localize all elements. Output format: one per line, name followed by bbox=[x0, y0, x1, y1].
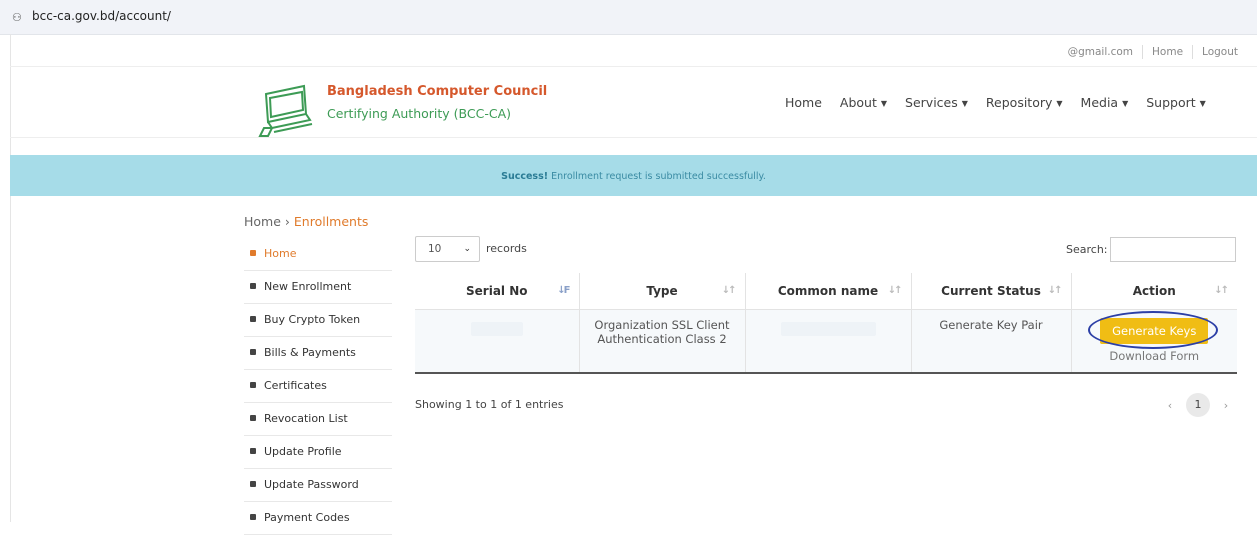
pagination: ‹ 1 › bbox=[1160, 393, 1236, 417]
breadcrumb-separator: › bbox=[284, 214, 290, 229]
nav-services[interactable]: Services ▼ bbox=[905, 95, 968, 110]
cell-type: Organization SSL Client Authentication C… bbox=[578, 309, 745, 374]
caret-down-icon: ▼ bbox=[1122, 99, 1129, 108]
sidebar-item-revocation-list[interactable]: Revocation List bbox=[244, 403, 392, 436]
sort-icon: ↓↑ bbox=[1214, 285, 1229, 296]
page-1-button[interactable]: 1 bbox=[1186, 393, 1210, 417]
bullet-icon bbox=[250, 415, 256, 421]
success-alert: Success! Enrollment request is submitted… bbox=[10, 155, 1257, 196]
bullet-icon bbox=[250, 349, 256, 355]
prev-page-icon[interactable]: ‹ bbox=[1160, 399, 1180, 412]
sidebar-item-label: Home bbox=[264, 247, 297, 260]
sidebar-item-new-enrollment[interactable]: New Enrollment bbox=[244, 271, 392, 304]
caret-down-icon: ▼ bbox=[880, 99, 888, 108]
bullet-icon bbox=[250, 481, 256, 487]
caret-down-icon: ▼ bbox=[961, 99, 968, 108]
brand-title[interactable]: Bangladesh Computer Council bbox=[327, 84, 547, 99]
bullet-icon bbox=[250, 316, 256, 322]
cell-current-status: Generate Key Pair bbox=[910, 309, 1071, 374]
redacted-common-name bbox=[780, 322, 876, 336]
bcc-logo-icon[interactable] bbox=[258, 82, 318, 140]
search-input[interactable] bbox=[1110, 237, 1236, 262]
breadcrumb: Home › Enrollments bbox=[244, 214, 368, 229]
cell-serial-no bbox=[415, 309, 579, 374]
column-header-current-status[interactable]: Current Status ↓↑ bbox=[910, 273, 1071, 310]
nav-media[interactable]: Media ▼ bbox=[1081, 95, 1129, 110]
logout-link[interactable]: Logout bbox=[1193, 46, 1247, 58]
bullet-icon bbox=[250, 448, 256, 454]
generate-keys-button[interactable]: Generate Keys bbox=[1088, 311, 1219, 349]
alert-strong: Success! bbox=[501, 171, 549, 182]
top-links: @gmail.com Home Logout bbox=[1059, 45, 1247, 59]
page-length-select[interactable]: 10 ⌄ bbox=[415, 236, 480, 262]
sort-icon: ↓↑ bbox=[1047, 285, 1063, 296]
sort-icon: ↓↑ bbox=[887, 285, 903, 296]
sidebar-item-label: Certificates bbox=[264, 379, 327, 392]
divider bbox=[10, 137, 1257, 138]
enrollments-table: Serial No ↓F Type ↓↑ Common name ↓↑ Current… bbox=[415, 273, 1237, 374]
caret-down-icon: ▼ bbox=[1199, 99, 1206, 108]
redacted-serial bbox=[470, 322, 523, 336]
records-label: records bbox=[486, 242, 527, 255]
sidebar-item-payment-codes[interactable]: Payment Codes bbox=[244, 502, 392, 535]
sidebar-item-bills-payments[interactable]: Bills & Payments bbox=[244, 337, 392, 370]
top-home-link[interactable]: Home bbox=[1143, 46, 1192, 58]
breadcrumb-home[interactable]: Home bbox=[244, 214, 281, 229]
nav-home[interactable]: Home bbox=[785, 95, 822, 110]
entries-info: Showing 1 to 1 of 1 entries bbox=[415, 398, 564, 411]
sidebar-item-label: Revocation List bbox=[264, 412, 348, 425]
tune-icon[interactable]: ⚇ bbox=[12, 11, 22, 24]
sort-icon: ↓F bbox=[557, 285, 570, 296]
bullet-icon bbox=[250, 283, 256, 289]
sidebar: Home New Enrollment Buy Crypto Token Bil… bbox=[244, 238, 392, 535]
cell-action: Generate Keys Download Form bbox=[1070, 309, 1237, 374]
sidebar-item-update-password[interactable]: Update Password bbox=[244, 469, 392, 502]
column-header-type[interactable]: Type ↓↑ bbox=[578, 273, 745, 310]
sort-icon: ↓↑ bbox=[721, 285, 737, 296]
sidebar-item-buy-crypto-token[interactable]: Buy Crypto Token bbox=[244, 304, 392, 337]
download-form-link[interactable]: Download Form bbox=[1076, 349, 1234, 363]
sidebar-item-label: Bills & Payments bbox=[264, 346, 356, 359]
nav-about[interactable]: About ▼ bbox=[840, 95, 887, 110]
sidebar-item-label: Payment Codes bbox=[264, 511, 350, 524]
sidebar-item-home[interactable]: Home bbox=[244, 238, 392, 271]
sidebar-item-update-profile[interactable]: Update Profile bbox=[244, 436, 392, 469]
column-header-action[interactable]: Action ↓↑ bbox=[1070, 273, 1237, 310]
caret-down-icon: ▼ bbox=[1056, 99, 1063, 108]
search-label: Search: bbox=[1066, 243, 1108, 256]
column-header-serial-no[interactable]: Serial No ↓F bbox=[415, 273, 579, 310]
divider bbox=[10, 66, 1257, 67]
nav-repository[interactable]: Repository ▼ bbox=[986, 95, 1063, 110]
table-row: Organization SSL Client Authentication C… bbox=[415, 309, 1237, 374]
nav-support[interactable]: Support ▼ bbox=[1146, 95, 1206, 110]
page-length-value: 10 bbox=[428, 243, 442, 255]
bullet-icon bbox=[250, 514, 256, 520]
cell-common-name bbox=[744, 309, 911, 374]
sidebar-item-label: Buy Crypto Token bbox=[264, 313, 361, 326]
column-header-common-name[interactable]: Common name ↓↑ bbox=[744, 273, 911, 310]
url-text[interactable]: bcc-ca.gov.bd/account/ bbox=[32, 9, 171, 23]
sidebar-item-label: New Enrollment bbox=[264, 280, 352, 293]
user-email: @gmail.com bbox=[1067, 46, 1134, 58]
sidebar-item-certificates[interactable]: Certificates bbox=[244, 370, 392, 403]
annotation-circle bbox=[1088, 311, 1219, 349]
sidebar-item-label: Update Password bbox=[264, 478, 359, 491]
sidebar-item-label: Update Profile bbox=[264, 445, 342, 458]
chevron-down-icon: ⌄ bbox=[463, 244, 471, 254]
brand-subtitle: Certifying Authority (BCC-CA) bbox=[327, 106, 511, 121]
alert-message: Enrollment request is submitted successf… bbox=[548, 171, 766, 182]
browser-address-bar[interactable]: ⚇ bcc-ca.gov.bd/account/ bbox=[0, 0, 1257, 35]
breadcrumb-current: Enrollments bbox=[293, 214, 369, 229]
next-page-icon[interactable]: › bbox=[1216, 399, 1236, 412]
bullet-icon bbox=[250, 250, 256, 256]
main-nav: Home About ▼ Services ▼ Repository ▼ Media ▼… bbox=[785, 95, 1224, 110]
bullet-icon bbox=[250, 382, 256, 388]
